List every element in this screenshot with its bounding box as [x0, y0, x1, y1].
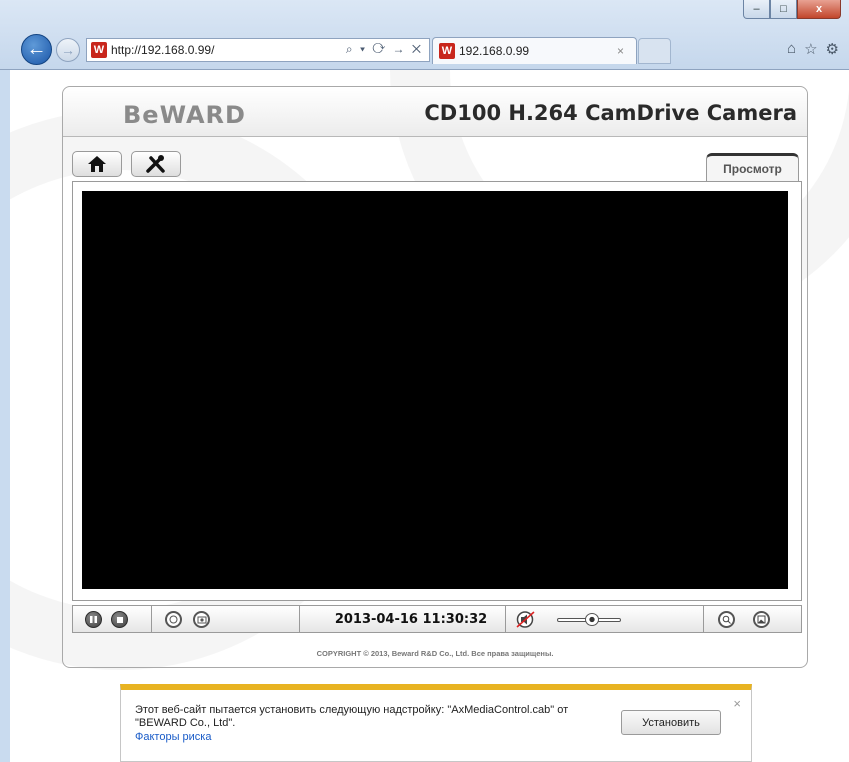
page-header: BeWARD CD100 H.264 CamDrive Camera	[63, 87, 807, 137]
camera-icon	[197, 616, 206, 624]
risk-factors-link[interactable]: Факторы риска	[135, 731, 211, 743]
copyright-text: COPYRIGHT © 2013, Beward R&D Co., Ltd. В…	[316, 649, 554, 658]
site-favicon-icon: W	[91, 42, 107, 58]
player-controls: 2013-04-16 11:30:32	[72, 605, 802, 633]
mute-button[interactable]	[515, 610, 537, 634]
window-left-edge	[0, 70, 10, 762]
tab-close-icon[interactable]: ×	[617, 44, 624, 58]
volume-slider-handle[interactable]	[585, 613, 600, 626]
forward-button[interactable]: →	[56, 38, 80, 62]
divider	[299, 606, 300, 632]
maximize-button[interactable]: □	[770, 0, 797, 19]
speaker-muted-icon	[516, 611, 535, 628]
snapshot-button[interactable]	[193, 611, 210, 628]
stop-icon	[116, 616, 123, 623]
browser-chrome: – □ x ← → W http://192.168.0.99/ ⌕ ▾ ⟳ →…	[0, 0, 849, 70]
video-player[interactable]	[82, 191, 788, 589]
beward-logo: BeWARD	[123, 101, 246, 129]
divider	[703, 606, 704, 632]
divider	[151, 606, 152, 632]
pause-icon	[90, 616, 97, 623]
back-button[interactable]: ←	[21, 34, 52, 65]
camera-model-title: CD100 H.264 CamDrive Camera	[424, 101, 797, 125]
window-controls: – □ x	[743, 0, 841, 19]
home-button[interactable]	[72, 151, 122, 177]
record-button[interactable]	[165, 611, 182, 628]
addon-notification-bar: Этот веб-сайт пытается установить следую…	[120, 684, 752, 762]
address-tools[interactable]: ⌕ ▾ ⟳ → ✕	[346, 42, 423, 57]
pause-button[interactable]	[85, 611, 102, 628]
divider	[505, 606, 506, 632]
tab-favicon-icon: W	[439, 43, 455, 59]
record-icon	[169, 615, 178, 624]
zoom-icon	[722, 615, 731, 624]
browser-toolbar: ⌂ ☆ ⚙	[787, 40, 839, 58]
home-icon[interactable]: ⌂	[787, 40, 796, 58]
settings-gear-icon[interactable]: ⚙	[826, 40, 839, 58]
notification-message: Этот веб-сайт пытается установить следую…	[135, 704, 569, 729]
tab-view[interactable]: Просмотр	[706, 153, 799, 181]
forward-arrow-icon: →	[61, 42, 75, 58]
browser-tab[interactable]: W 192.168.0.99 ×	[432, 37, 637, 64]
image-icon	[757, 615, 766, 624]
close-icon[interactable]: ×	[733, 696, 741, 711]
video-frame	[72, 181, 802, 601]
camera-panel: BeWARD CD100 H.264 CamDrive Camera Просм…	[62, 86, 808, 668]
tools-icon	[146, 155, 165, 173]
address-text[interactable]: http://192.168.0.99/	[111, 43, 214, 57]
stop-button[interactable]	[111, 611, 128, 628]
install-button[interactable]: Установить	[621, 710, 721, 735]
minimize-button[interactable]: –	[743, 0, 770, 19]
home-icon	[88, 156, 106, 172]
new-tab-button[interactable]	[638, 38, 671, 64]
settings-button[interactable]	[131, 151, 181, 177]
favorites-star-icon[interactable]: ☆	[804, 40, 817, 58]
fullscreen-button[interactable]	[753, 611, 770, 628]
zoom-in-button[interactable]	[718, 611, 735, 628]
close-window-button[interactable]: x	[797, 0, 841, 19]
back-arrow-icon: ←	[26, 38, 47, 60]
web-page: BeWARD CD100 H.264 CamDrive Camera Просм…	[10, 70, 849, 762]
tab-title: 192.168.0.99	[459, 44, 530, 58]
timestamp: 2013-04-16 11:30:32	[334, 612, 488, 627]
address-bar[interactable]: W http://192.168.0.99/ ⌕ ▾ ⟳ → ✕	[86, 38, 430, 62]
